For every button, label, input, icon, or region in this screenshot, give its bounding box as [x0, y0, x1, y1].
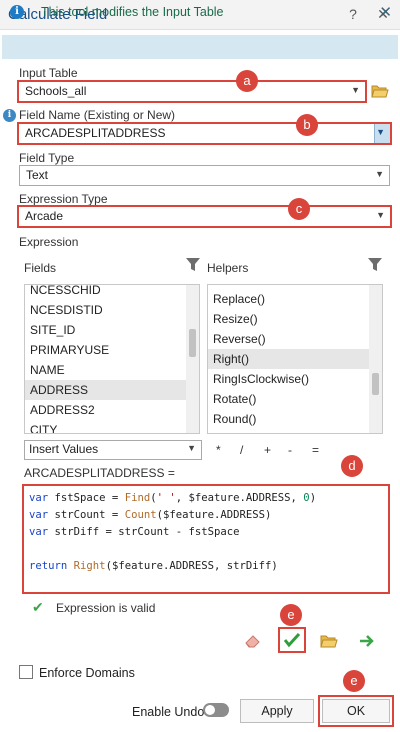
code-keyword: var [29, 509, 49, 521]
apply-button[interactable]: Apply [240, 699, 314, 723]
callout-d: d [341, 455, 363, 477]
help-button[interactable]: ? [344, 5, 362, 23]
chevron-down-icon: ▼ [375, 169, 384, 179]
list-item[interactable]: ADDRESS2 [25, 400, 199, 420]
operator-equals[interactable]: = [312, 443, 319, 457]
code-line-5: return Right($feature.ADDRESS, strDiff) [29, 558, 383, 575]
chevron-down-icon: ▼ [376, 210, 385, 220]
list-item[interactable]: RingIsClockwise() [208, 369, 382, 389]
helpers-list[interactable]: Replace() Resize() Reverse() Right() Rin… [207, 284, 383, 434]
filter-icon[interactable] [186, 257, 200, 273]
valid-check-icon: ✔ [32, 599, 44, 615]
list-item-selected[interactable]: ADDRESS [25, 380, 199, 400]
banner-close-icon[interactable]: ✕ [379, 3, 392, 21]
operator-divide[interactable]: / [240, 443, 243, 457]
chevron-down-icon: ▼ [351, 85, 360, 95]
code-line-1: var fstSpace = Find(' ', $feature.ADDRES… [29, 490, 383, 507]
info-icon: i [10, 5, 24, 19]
list-item[interactable]: Replace() [208, 289, 382, 309]
code-function: Right [73, 560, 106, 572]
scrollbar-thumb[interactable] [189, 329, 196, 357]
code-text: strCount = [48, 509, 125, 521]
expression-type-label: Expression Type [19, 192, 108, 206]
code-keyword: return [29, 560, 68, 572]
clear-eraser-icon[interactable] [244, 633, 262, 649]
enforce-domains-checkbox[interactable] [19, 665, 33, 679]
code-keyword: var [29, 526, 49, 538]
list-item[interactable]: NCESSCHID [25, 285, 199, 300]
fields-scrollbar[interactable] [186, 285, 199, 433]
validation-message: Expression is valid [56, 601, 156, 615]
verify-button[interactable] [278, 627, 306, 653]
field-name-label: Field Name (Existing or New) [19, 108, 176, 122]
expression-type-value: Arcade [25, 209, 64, 223]
callout-b: b [296, 114, 318, 136]
chevron-down-icon: ▼ [376, 127, 385, 137]
expression-label: Expression [19, 235, 79, 249]
callout-e-ok: e [343, 670, 365, 692]
field-name-value: ARCADESPLITADDRESS [25, 126, 166, 140]
code-text: ($feature.ADDRESS) [156, 509, 272, 521]
input-table-label: Input Table [19, 66, 78, 80]
list-item[interactable]: CITY [25, 420, 199, 433]
code-text: ($feature.ADDRESS, strDiff) [105, 560, 278, 572]
open-folder-icon[interactable] [320, 634, 338, 648]
info-banner [2, 35, 398, 59]
list-item[interactable]: Resize() [208, 309, 382, 329]
code-function: Find [124, 492, 151, 504]
banner-text: This tool modifies the Input Table [41, 5, 224, 19]
list-item[interactable]: NAME [25, 360, 199, 380]
fields-label: Fields [24, 261, 57, 275]
code-keyword: var [29, 492, 49, 504]
list-item[interactable]: Round() [208, 409, 382, 429]
enforce-domains-label: Enforce Domains [39, 666, 135, 680]
code-text: ) [309, 492, 317, 504]
scrollbar-thumb[interactable] [372, 373, 379, 395]
input-table-value: Schools_all [25, 84, 87, 98]
insert-values-dropdown[interactable]: Insert Values ▼ [24, 440, 202, 460]
list-item[interactable]: NCESDISTID [25, 300, 199, 320]
list-item[interactable]: SITE_ID [25, 320, 199, 340]
code-line-3: var strDiff = strCount - fstSpace [29, 524, 383, 541]
list-item[interactable]: Rotate() [208, 389, 382, 409]
callout-e: e [280, 604, 302, 626]
chevron-down-icon: ▼ [187, 443, 196, 453]
code-text: , $feature.ADDRESS, [175, 492, 304, 504]
code-text: strDiff = strCount - fstSpace [48, 526, 240, 538]
expression-editor[interactable]: var fstSpace = Find(' ', $feature.ADDRES… [22, 484, 390, 594]
code-string: ' ' [156, 492, 176, 504]
list-item[interactable]: PRIMARYUSE [25, 340, 199, 360]
browse-folder-icon[interactable] [371, 84, 389, 98]
field-type-dropdown[interactable]: Text ▼ [19, 165, 390, 186]
field-type-label: Field Type [19, 151, 75, 165]
verify-check-icon [283, 632, 301, 648]
toggle-knob [205, 705, 215, 715]
expression-target-label: ARCADESPLITADDRESS = [24, 466, 175, 480]
expression-type-dropdown[interactable]: Arcade ▼ [17, 205, 392, 228]
enable-undo-toggle[interactable] [203, 703, 229, 717]
code-function: Count [124, 509, 157, 521]
operator-subtract[interactable]: - [288, 443, 292, 457]
ok-button[interactable]: OK [322, 699, 390, 723]
operator-multiply[interactable]: * [216, 443, 221, 457]
helpers-label: Helpers [207, 261, 249, 275]
input-table-dropdown[interactable]: Schools_all ▼ [17, 80, 367, 103]
callout-c: c [288, 198, 310, 220]
enable-undo-label: Enable Undo [132, 705, 205, 719]
helpers-scrollbar[interactable] [369, 285, 382, 433]
save-arrow-icon[interactable] [358, 633, 376, 649]
list-item[interactable]: Reverse() [208, 329, 382, 349]
callout-a: a [236, 70, 258, 92]
fields-list[interactable]: NCESSCHID NCESDISTID SITE_ID PRIMARYUSE … [24, 284, 200, 434]
insert-values-value: Insert Values [29, 442, 99, 456]
code-text: fstSpace = [48, 492, 125, 504]
code-line-2: var strCount = Count($feature.ADDRESS) [29, 507, 383, 524]
field-type-value: Text [26, 168, 49, 182]
operator-add[interactable]: + [264, 443, 271, 457]
field-name-dropdown[interactable]: ARCADESPLITADDRESS ▼ [17, 122, 392, 145]
filter-icon[interactable] [368, 257, 382, 273]
info-icon: i [3, 109, 16, 122]
list-item-selected[interactable]: Right() [208, 349, 382, 369]
